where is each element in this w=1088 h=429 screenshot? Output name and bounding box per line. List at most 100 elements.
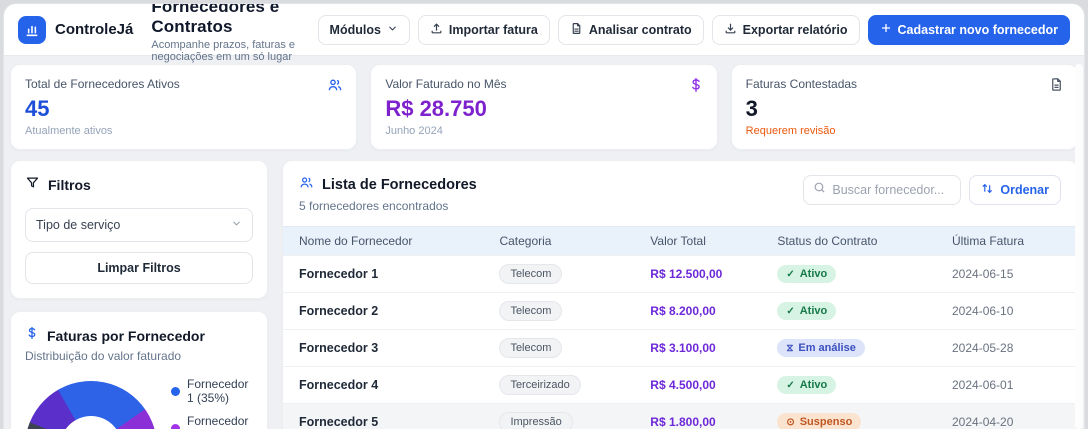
supplier-name: Fornecedor 2 [283,293,489,330]
stat-value: R$ 28.750 [385,96,702,122]
supplier-value: R$ 4.500,00 [640,367,767,404]
sort-button[interactable]: Ordenar [969,175,1061,205]
column-header-category[interactable]: Categoria [489,227,640,256]
table-row[interactable]: Fornecedor 2 Telecom R$ 8.200,00 Ativo 2… [283,293,1077,330]
export-report-button[interactable]: Exportar relatório [712,15,860,45]
modules-button-label: Módulos [330,23,381,37]
page-title: Fornecedores e Contratos [151,4,299,37]
column-header-last-invoice[interactable]: Última Fatura [942,227,1077,256]
donut-chart: 100% Total [25,381,157,429]
status-label: Ativo [800,268,828,280]
status-badge: Em análise [777,339,865,357]
dollar-icon [25,326,39,345]
bar-chart-icon [18,16,46,44]
suppliers-panel: Lista de Fornecedores 5 fornecedores enc… [282,160,1078,429]
file-text-icon [570,22,583,38]
status-icon [786,305,794,317]
topbar: ControleJá Fornecedores e Contratos Acom… [4,4,1084,56]
legend-dot [171,387,180,396]
supplier-search [803,175,961,205]
status-icon [786,268,794,280]
suppliers-title: Lista de Fornecedores [322,177,477,193]
category-pill: Telecom [499,301,562,321]
status-badge: Ativo [777,302,836,320]
import-invoice-label: Importar fatura [449,23,538,37]
stat-card-active-suppliers: Total de Fornecedores Ativos 45 Atualmen… [10,64,357,150]
status-icon [786,379,794,391]
sort-button-label: Ordenar [1000,183,1049,197]
export-report-label: Exportar relatório [743,23,848,37]
status-label: Em análise [798,342,855,354]
file-icon [1049,77,1064,97]
chevron-down-icon [231,218,242,232]
supplier-value: R$ 1.800,00 [640,404,767,429]
stats-row: Total de Fornecedores Ativos 45 Atualmen… [4,56,1084,160]
stat-caption: Atualmente ativos [25,125,342,137]
supplier-name: Fornecedor 3 [283,330,489,367]
status-label: Ativo [800,379,828,391]
service-type-value: Tipo de serviço [36,218,120,232]
users-icon [299,175,314,195]
last-invoice-date: 2024-06-15 [942,256,1077,293]
search-icon [813,181,826,199]
stat-title: Valor Faturado no Mês [385,77,702,91]
table-row[interactable]: Fornecedor 3 Telecom R$ 3.100,00 Em anál… [283,330,1077,367]
clear-filters-button[interactable]: Limpar Filtros [25,252,253,284]
supplier-value: R$ 3.100,00 [640,330,767,367]
supplier-name: Fornecedor 1 [283,256,489,293]
service-type-select[interactable]: Tipo de serviço [25,208,253,242]
last-invoice-date: 2024-06-10 [942,293,1077,330]
status-label: Suspenso [800,416,853,428]
suppliers-table: Nome do Fornecedor Categoria Valor Total… [283,226,1077,429]
stat-card-contested-invoices: Faturas Contestadas 3 Requerem revisão [731,64,1078,150]
table-row[interactable]: Fornecedor 5 Impressão R$ 1.800,00 Suspe… [283,404,1077,429]
plus-icon [880,22,892,37]
table-row[interactable]: Fornecedor 4 Terceirizado R$ 4.500,00 At… [283,367,1077,404]
analyze-contract-button[interactable]: Analisar contrato [558,15,704,45]
column-header-name[interactable]: Nome do Fornecedor [283,227,489,256]
legend-label: Fornecedor 1 (35%) [187,377,253,405]
suppliers-count: 5 fornecedores encontrados [299,199,477,213]
status-icon [786,416,794,428]
invoices-chart-card: Faturas por Fornecedor Distribuição do v… [10,311,268,429]
column-header-status[interactable]: Status do Contrato [767,227,942,256]
legend-item: Fornecedor 2 (25%) [171,414,253,429]
stat-caption: Junho 2024 [385,125,702,137]
table-header-row: Nome do Fornecedor Categoria Valor Total… [283,227,1077,256]
stat-caption: Requerem revisão [746,125,1063,137]
status-label: Ativo [800,305,828,317]
category-pill: Impressão [499,412,572,429]
status-badge: Ativo [777,376,836,394]
supplier-value: R$ 8.200,00 [640,293,767,330]
stat-title: Total de Fornecedores Ativos [25,77,342,91]
dollar-icon [688,77,704,98]
table-row[interactable]: Fornecedor 1 Telecom R$ 12.500,00 Ativo … [283,256,1077,293]
supplier-name: Fornecedor 4 [283,367,489,404]
content-columns: Filtros Tipo de serviço Limpar Filtros F… [4,160,1084,429]
category-pill: Telecom [499,264,562,284]
chart-legend: Fornecedor 1 (35%) Fornecedor 2 (25%) Fo… [171,377,253,429]
stat-value: 3 [746,96,1063,122]
last-invoice-date: 2024-04-20 [942,404,1077,429]
users-icon [327,77,343,98]
legend-item: Fornecedor 1 (35%) [171,377,253,405]
last-invoice-date: 2024-06-01 [942,367,1077,404]
status-badge: Suspenso [777,413,861,429]
filters-title: Filtros [48,177,91,193]
filters-card: Filtros Tipo de serviço Limpar Filtros [10,160,268,299]
brand[interactable]: ControleJá [18,16,133,44]
add-supplier-button[interactable]: Cadastrar novo fornecedor [868,15,1070,45]
column-header-value[interactable]: Valor Total [640,227,767,256]
sidebar: Filtros Tipo de serviço Limpar Filtros F… [10,160,268,429]
import-invoice-button[interactable]: Importar fatura [418,15,550,45]
modules-button[interactable]: Módulos [318,15,410,45]
chart-title: Faturas por Fornecedor [47,328,205,344]
download-icon [724,22,737,38]
scrollbar[interactable] [1075,64,1083,429]
chevron-down-icon [387,23,398,37]
page-title-block: Fornecedores e Contratos Acompanhe prazo… [151,4,299,63]
legend-label: Fornecedor 2 (25%) [187,414,253,429]
status-icon [786,342,793,354]
topbar-actions: Módulos Importar fatura Analisar contrat… [318,15,1070,45]
search-input[interactable] [832,183,951,197]
